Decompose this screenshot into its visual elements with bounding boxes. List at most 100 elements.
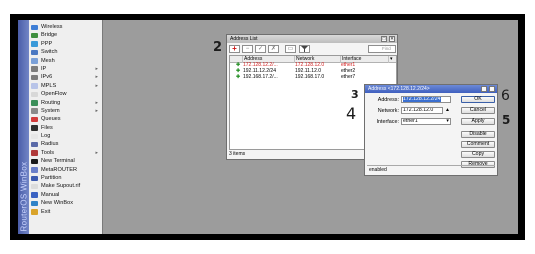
submenu-arrow-icon: ▸ bbox=[95, 149, 98, 156]
close-icon[interactable]: ✕ bbox=[389, 36, 395, 42]
sidebar-item-mesh[interactable]: Mesh bbox=[30, 57, 102, 65]
exit-icon bbox=[31, 209, 38, 215]
sidebar-item-label: Wireless bbox=[41, 24, 63, 30]
address-field[interactable]: 172.128.12.2/24 bbox=[401, 96, 451, 103]
address-dialog-titlebar[interactable]: Address <172.128.12.2/24> □ ✕ bbox=[365, 85, 497, 93]
bridge-icon bbox=[31, 32, 38, 39]
sidebar-item-ipv6[interactable]: IPv6 ▸ bbox=[30, 73, 102, 81]
annotation-5: 5 bbox=[502, 113, 511, 127]
sidebar-item-wireless[interactable]: Wireless bbox=[30, 23, 102, 31]
copy-button[interactable]: Copy bbox=[461, 151, 495, 158]
comment-address-button[interactable]: Comment bbox=[461, 141, 495, 148]
network-field[interactable]: 172.128.12.0 bbox=[401, 107, 443, 114]
cancel-button[interactable]: Cancel bbox=[461, 107, 495, 114]
sidebar-item-log[interactable]: Log bbox=[30, 132, 102, 140]
submenu-arrow-icon: ▸ bbox=[95, 107, 98, 114]
mpls-icon bbox=[31, 83, 38, 89]
apply-button[interactable]: Apply bbox=[461, 118, 495, 125]
sidebar-item-label: PPP bbox=[41, 40, 53, 47]
submenu-arrow-icon: ▸ bbox=[95, 65, 98, 72]
address-list-titlebar[interactable]: Address List □ ✕ bbox=[227, 35, 397, 43]
screenshot-canvas: RouterOS WinBox Wireless Bridge PPP Switch M… bbox=[0, 0, 535, 254]
disable-button[interactable]: ✗ bbox=[268, 45, 279, 53]
sidebar-item-radius[interactable]: Radius bbox=[30, 140, 102, 148]
sidebar-item-label: Routing bbox=[41, 99, 61, 106]
openflow-icon bbox=[31, 91, 38, 98]
sidebar-menu: RouterOS WinBox Wireless Bridge PPP Switch M… bbox=[18, 20, 103, 234]
address-list-status: 3 items bbox=[229, 151, 246, 157]
restore-icon[interactable]: □ bbox=[381, 36, 387, 42]
interface-select[interactable]: ether1 ▾ bbox=[401, 118, 451, 125]
sidebar-item-label: Files bbox=[41, 124, 53, 131]
queues-icon bbox=[31, 116, 38, 123]
sidebar-item-label: New Terminal bbox=[41, 158, 75, 165]
sidebar-item-label: MetaROUTER bbox=[41, 166, 78, 173]
address-list-title: Address List bbox=[230, 36, 258, 42]
ok-button[interactable]: OK bbox=[461, 96, 495, 103]
sidebar-item-ip[interactable]: IP ▸ bbox=[30, 65, 102, 73]
annotation-4: 4 bbox=[346, 104, 357, 123]
sidebar-item-make-supout-rif[interactable]: Make Supout.rif bbox=[30, 182, 102, 190]
dropdown-arrow-icon: ▾ bbox=[446, 118, 449, 124]
cell-network: 192.168.17.0 bbox=[295, 73, 325, 80]
system-icon bbox=[31, 108, 38, 114]
sidebar-item-label: Queues bbox=[41, 116, 61, 123]
vertical-brand-bar: RouterOS WinBox bbox=[18, 20, 29, 234]
sidebar-item-partition[interactable]: Partition bbox=[30, 174, 102, 182]
filter-icon bbox=[301, 46, 308, 52]
sidebar-item-mpls[interactable]: MPLS ▸ bbox=[30, 82, 102, 90]
add-button[interactable]: + bbox=[229, 45, 240, 53]
dialog-restore-icon[interactable]: □ bbox=[481, 86, 487, 92]
comment-button[interactable]: ▭ bbox=[285, 45, 296, 53]
sidebar-item-new-terminal[interactable]: New Terminal bbox=[30, 157, 102, 165]
dialog-close-icon[interactable]: ✕ bbox=[489, 86, 495, 92]
sidebar-item-label: Partition bbox=[41, 175, 62, 182]
sidebar-item-ppp[interactable]: PPP bbox=[30, 40, 102, 48]
supout-icon bbox=[31, 183, 38, 190]
routing-icon bbox=[31, 100, 38, 106]
submenu-arrow-icon: ▸ bbox=[95, 99, 98, 106]
log-icon bbox=[31, 133, 38, 140]
sidebar-item-exit[interactable]: Exit bbox=[30, 208, 102, 216]
sidebar-item-tools[interactable]: Tools ▸ bbox=[30, 149, 102, 157]
network-toggle-icon[interactable]: ▲ bbox=[445, 107, 450, 113]
enable-button[interactable]: ✓ bbox=[255, 45, 266, 53]
vertical-brand-text: RouterOS WinBox bbox=[19, 161, 29, 232]
dialog-status: enabled bbox=[367, 165, 495, 173]
address-dialog-title: Address <172.128.12.2/24> bbox=[368, 86, 430, 92]
disable-address-button[interactable]: Disable bbox=[461, 131, 495, 138]
table-row[interactable]: ✚ 192.168.17.2/... 192.168.17.0 ether7 bbox=[230, 73, 396, 81]
address-field-value: 172.128.12.2/24 bbox=[403, 96, 441, 102]
sidebar-item-label: New WinBox bbox=[41, 200, 74, 207]
ppp-icon bbox=[31, 41, 38, 47]
sidebar-item-switch[interactable]: Switch bbox=[30, 48, 102, 56]
sidebar-item-label: IPv6 bbox=[41, 74, 53, 81]
submenu-arrow-icon: ▸ bbox=[95, 82, 98, 89]
annotation-3: 3 bbox=[351, 88, 359, 101]
sidebar-item-files[interactable]: Files bbox=[30, 124, 102, 132]
remove-button[interactable]: − bbox=[242, 45, 253, 53]
filter-button[interactable] bbox=[299, 45, 310, 53]
sidebar-item-system[interactable]: System ▸ bbox=[30, 107, 102, 115]
wireless-icon bbox=[31, 24, 38, 30]
cell-address: 192.168.17.2/... bbox=[243, 73, 278, 80]
sidebar-item-label: Bridge bbox=[41, 32, 58, 39]
address-row-icon: ✚ bbox=[236, 73, 241, 80]
sidebar-item-routing[interactable]: Routing ▸ bbox=[30, 99, 102, 107]
sidebar-item-manual[interactable]: Manual bbox=[30, 191, 102, 199]
column-chooser-icon[interactable]: ▾ bbox=[388, 56, 397, 63]
network-label: Network: bbox=[377, 108, 399, 114]
sidebar-item-bridge[interactable]: Bridge bbox=[30, 31, 102, 39]
sidebar-item-label: Tools bbox=[41, 149, 55, 156]
address-label: Address: bbox=[377, 97, 399, 103]
find-placeholder: Find bbox=[382, 46, 391, 51]
sidebar-item-new-winbox[interactable]: New WinBox bbox=[30, 199, 102, 207]
manual-icon bbox=[31, 192, 38, 198]
sidebar-item-metarouter[interactable]: MetaROUTER bbox=[30, 166, 102, 174]
sidebar-item-openflow[interactable]: OpenFlow bbox=[30, 90, 102, 98]
find-input[interactable]: Find bbox=[368, 45, 396, 53]
metarouter-icon bbox=[31, 167, 38, 173]
files-icon bbox=[31, 125, 38, 131]
sidebar-item-queues[interactable]: Queues bbox=[30, 115, 102, 123]
ipv6-icon bbox=[31, 74, 38, 81]
